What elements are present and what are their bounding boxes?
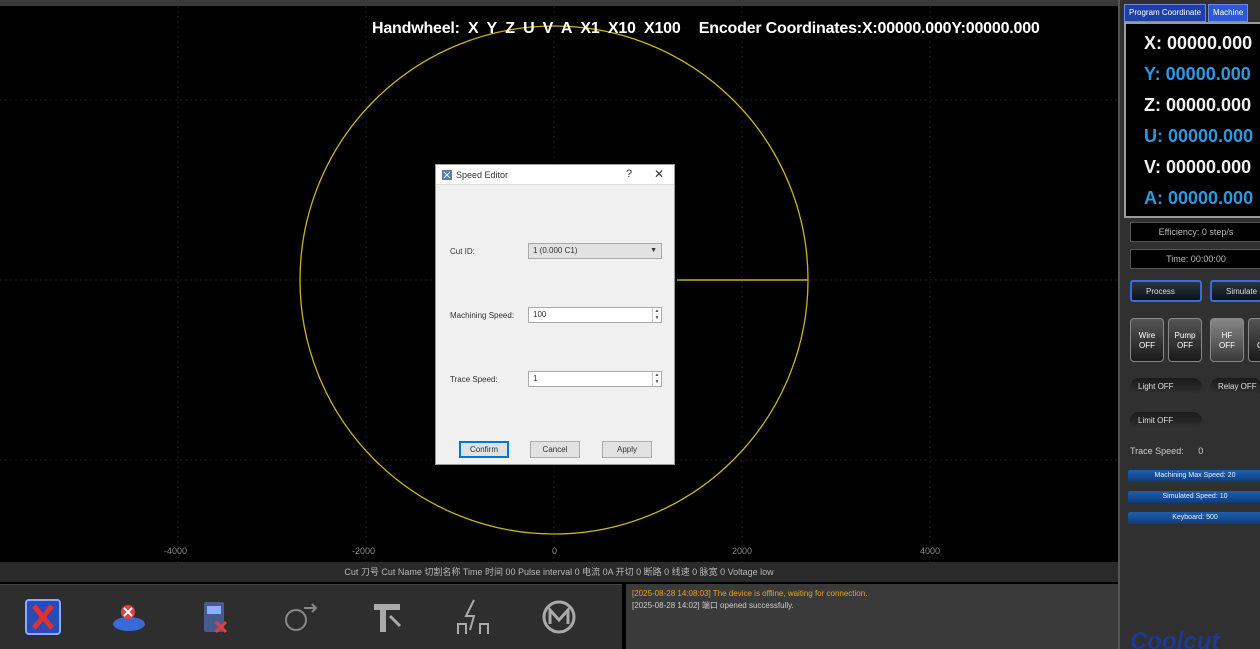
efficiency-readout: Efficiency: 0 step/s	[1130, 222, 1260, 242]
apply-button[interactable]: Apply	[602, 441, 652, 458]
mult-x1[interactable]: X1	[580, 20, 599, 37]
jog-icon	[285, 603, 318, 631]
pump-toggle-label: Pump	[1174, 331, 1196, 340]
x-tick: 0	[552, 546, 558, 556]
hf-toggle-label: HF	[1221, 331, 1233, 340]
relay-toggle[interactable]: Relay OFF	[1210, 378, 1260, 396]
speed-editor-dialog: Speed Editor ? ✕ Cut ID: 1 (0.000 C1) ▼ …	[435, 164, 675, 465]
coord-u: U: 00000.000	[1144, 126, 1254, 146]
confirm-button[interactable]: Confirm	[459, 441, 509, 458]
wire-button[interactable]	[344, 587, 430, 647]
wire-toggle-label: Wire	[1138, 331, 1156, 340]
m-toggle[interactable]: M OFF	[1248, 318, 1260, 362]
machining-speed-input[interactable]: 100 ▲ ▼	[528, 307, 662, 323]
chevron-down-icon: ▼	[650, 247, 657, 254]
cut-id-label: Cut ID:	[450, 247, 475, 256]
pump-toggle-state: OFF	[1177, 341, 1193, 350]
no-power-icon	[204, 602, 228, 634]
simulate-button[interactable]: Simulate	[1210, 280, 1260, 302]
help-button[interactable]: ?	[626, 168, 632, 180]
trace-speed-value: 0	[1198, 446, 1204, 456]
axis-a[interactable]: A	[561, 20, 573, 37]
trace-speed-input[interactable]: 1 ▲ ▼	[528, 371, 662, 387]
trace-speed-label: Trace Speed:	[1130, 446, 1184, 456]
x-tick: -4000	[164, 546, 188, 556]
machining-speed-label: Machining Speed:	[450, 311, 515, 320]
reset-button[interactable]	[86, 587, 172, 647]
motor-icon	[542, 600, 576, 634]
high-voltage-button[interactable]	[430, 587, 516, 647]
high-voltage-icon	[457, 599, 489, 634]
light-toggle[interactable]: Light OFF	[1130, 378, 1202, 396]
machining-speed-value: 100	[533, 310, 547, 319]
axis-u[interactable]: U	[523, 20, 535, 37]
coord-tabs: Program Coordinate Machine	[1124, 4, 1249, 22]
encoder-x: X:00000.000	[861, 20, 952, 37]
bottom-toolbar	[0, 584, 622, 649]
hf-toggle[interactable]: HF OFF	[1210, 318, 1244, 362]
power-off-button[interactable]	[172, 587, 258, 647]
coordinate-display: X: 00000.000 Y: 00000.000 Z: 00000.000 U…	[1124, 22, 1260, 218]
mult-x100[interactable]: X100	[644, 20, 681, 37]
m-toggle-label: M	[1249, 331, 1260, 341]
cut-status-strip: Cut 刀号 Cut Name 切割名称 Time 时间 00 Pulse in…	[0, 562, 1118, 582]
time-readout: Time: 00:00:00	[1130, 249, 1260, 269]
spin-arrows-icon[interactable]: ▲ ▼	[652, 308, 661, 322]
limit-toggle[interactable]: Limit OFF	[1130, 412, 1202, 430]
log-warning: [2025-08-28 14:08:03] The device is offl…	[632, 589, 868, 598]
axis-y[interactable]: Y	[487, 20, 498, 37]
trace-speed-field-label: Trace Speed:	[450, 375, 498, 384]
jog-button[interactable]	[258, 587, 344, 647]
message-log: [2025-08-28 14:08:03] The device is offl…	[626, 584, 1118, 649]
process-button[interactable]: Process	[1130, 280, 1202, 302]
coord-v: V: 00000.000	[1144, 157, 1252, 177]
cut-id-value: 1 (0.000 C1)	[533, 246, 578, 255]
stop-cut-button[interactable]	[0, 587, 86, 647]
keyboard-speed-button[interactable]: Keyboard: 500	[1128, 512, 1260, 524]
trace-speed-readout: Trace Speed: 0	[1130, 446, 1203, 456]
cut-id-select[interactable]: 1 (0.000 C1) ▼	[528, 243, 662, 259]
pump-toggle[interactable]: Pump OFF	[1168, 318, 1202, 362]
handwheel-label: Handwheel:	[372, 20, 460, 37]
motor-button[interactable]	[516, 587, 602, 647]
wire-icon	[374, 604, 402, 632]
stop-cut-icon	[25, 599, 61, 635]
tab-program-coordinate[interactable]: Program Coordinate	[1124, 4, 1207, 22]
coord-a: A: 00000.000	[1144, 188, 1254, 208]
log-message: [2025-08-28 14:02] 端口 opened successfull…	[632, 601, 794, 610]
hud-readout: Handwheel: X Y Z U V A X1 X10 X100 Encod…	[372, 20, 1044, 38]
encoder-y: Y:00000.000	[951, 20, 1040, 37]
x-tick: -2000	[352, 546, 376, 556]
coord-y: Y: 00000.000	[1144, 64, 1251, 84]
right-panel: Program Coordinate Machine X: 00000.000 …	[1118, 0, 1260, 649]
hf-toggle-state: OFF	[1219, 341, 1235, 350]
axis-v[interactable]: V	[543, 20, 554, 37]
axis-z[interactable]: Z	[505, 20, 515, 37]
app-window: Handwheel: X Y Z U V A X1 X10 X100 Encod…	[0, 0, 1260, 649]
dialog-title: Speed Editor	[456, 170, 509, 180]
mult-x10[interactable]: X10	[608, 20, 636, 37]
axis-x[interactable]: X	[468, 20, 479, 37]
close-button[interactable]: ✕	[654, 167, 664, 181]
trace-speed-field-value: 1	[533, 374, 538, 383]
coord-z: Z: 00000.000	[1144, 95, 1252, 115]
cancel-button[interactable]: Cancel	[530, 441, 580, 458]
coord-x: X: 00000.000	[1144, 33, 1253, 53]
x-tick: 2000	[732, 546, 753, 556]
brand-logo: Coolcut	[1130, 628, 1220, 649]
x-tick: 4000	[920, 546, 941, 556]
machining-max-speed-button[interactable]: Machining Max Speed: 20	[1128, 470, 1260, 482]
m-toggle-state: OFF	[1249, 341, 1260, 351]
encoder-label: Encoder Coordinates:	[698, 20, 862, 37]
dialog-titlebar: Speed Editor ? ✕	[436, 165, 674, 185]
simulated-speed-button[interactable]: Simulated Speed: 10	[1128, 491, 1260, 503]
tab-machine-coordinate[interactable]: Machine	[1208, 4, 1249, 22]
spin-arrows-icon[interactable]: ▲ ▼	[652, 372, 661, 386]
wire-toggle[interactable]: Wire OFF	[1130, 318, 1164, 362]
app-icon	[442, 170, 452, 180]
wire-toggle-state: OFF	[1139, 341, 1155, 350]
reset-icon	[113, 605, 145, 631]
